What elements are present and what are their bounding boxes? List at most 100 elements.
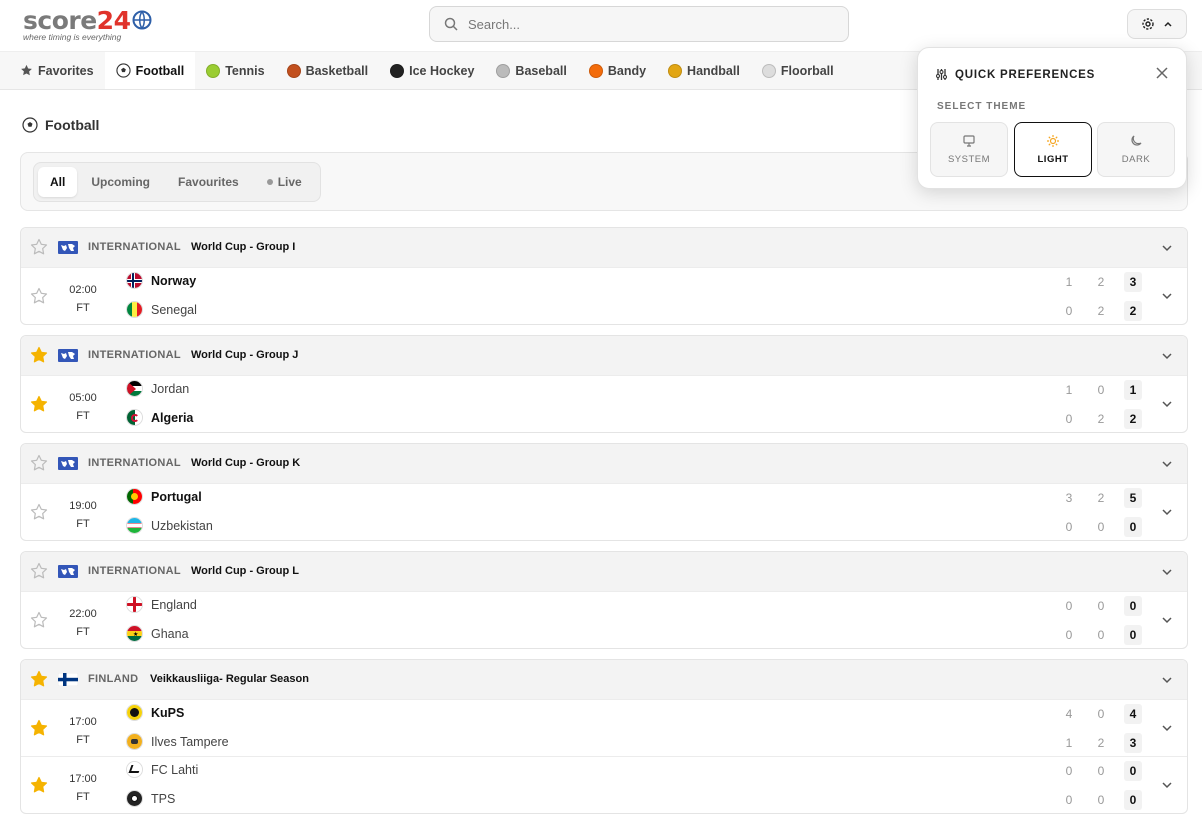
team-crest-icon (126, 596, 143, 613)
match-time: 19:00 (69, 500, 97, 512)
sport-tab-ice-hockey[interactable]: Ice Hockey (379, 52, 485, 89)
favorite-league-star-icon[interactable] (30, 670, 48, 688)
league-country: INTERNATIONAL (88, 457, 181, 469)
away-team[interactable]: Ilves Tampere (126, 733, 229, 750)
sport-tab-tennis[interactable]: Tennis (195, 52, 275, 89)
away-team[interactable]: TPS (126, 790, 175, 807)
filter-tab-live[interactable]: Live (253, 167, 316, 197)
favorite-match-star-icon[interactable] (30, 719, 48, 737)
baseball-icon (496, 63, 511, 78)
world-flag-icon (58, 349, 78, 362)
chevron-down-icon[interactable] (1161, 779, 1173, 791)
popup-title: QUICK PREFERENCES (935, 68, 1095, 81)
match-time-block: 02:00 FT (61, 281, 105, 317)
league-header[interactable]: INTERNATIONAL World Cup - Group L (21, 552, 1187, 591)
sport-tab-label: Favorites (38, 63, 94, 78)
second-half-score: 2 (1097, 412, 1105, 426)
first-half-score: 0 (1065, 520, 1073, 534)
match-row[interactable]: 22:00 FT England 0 0 0 ★ Ghana 0 0 0 (21, 591, 1187, 648)
chevron-down-icon[interactable] (1161, 290, 1173, 302)
match-time: 02:00 (69, 284, 97, 296)
home-team[interactable]: Portugal (126, 488, 202, 505)
chevron-down-icon[interactable] (1161, 398, 1173, 410)
home-team[interactable]: Jordan (126, 380, 189, 397)
favorite-match-star-icon[interactable] (30, 611, 48, 629)
league-header[interactable]: INTERNATIONAL World Cup - Group K (21, 444, 1187, 483)
favorite-match-star-icon[interactable] (30, 503, 48, 521)
filter-tab-all[interactable]: All (38, 167, 78, 197)
away-team[interactable]: Uzbekistan (126, 517, 213, 534)
match-row[interactable]: 19:00 FT Portugal 3 2 5 Uzbekistan 0 0 0 (21, 483, 1187, 540)
sport-tab-floorball[interactable]: Floorball (751, 52, 845, 89)
first-half-score: 0 (1065, 764, 1073, 778)
section-header: Football (22, 117, 99, 133)
away-team[interactable]: ★ Ghana (126, 625, 189, 642)
chevron-down-icon[interactable] (1161, 506, 1173, 518)
away-team[interactable]: Algeria (126, 409, 193, 426)
preferences-button[interactable] (1127, 9, 1187, 39)
team-crest-icon (126, 380, 143, 397)
away-team[interactable]: Senegal (126, 301, 197, 318)
filter-tab-upcoming[interactable]: Upcoming (77, 167, 164, 197)
sport-tab-baseball[interactable]: Baseball (485, 52, 577, 89)
match-row[interactable]: 02:00 FT Norway 1 2 3 Senegal 0 2 2 (21, 267, 1187, 324)
league-header[interactable]: INTERNATIONAL World Cup - Group I (21, 228, 1187, 267)
favorite-league-star-icon[interactable] (30, 238, 48, 256)
finland-flag-icon (58, 673, 78, 686)
sport-tab-handball[interactable]: Handball (657, 52, 751, 89)
chevron-down-icon[interactable] (1161, 614, 1173, 626)
match-time: 22:00 (69, 608, 97, 620)
favorite-league-star-icon[interactable] (30, 454, 48, 472)
theme-option-system[interactable]: SYSTEM (930, 122, 1008, 177)
chevron-down-icon[interactable] (1161, 722, 1173, 734)
team-crest-icon (126, 409, 143, 426)
sport-tab-football[interactable]: Football (104, 52, 196, 89)
world-flag-icon (58, 457, 78, 470)
chevron-down-icon[interactable] (1161, 674, 1173, 686)
chevron-down-icon[interactable] (1161, 242, 1173, 254)
chevron-down-icon[interactable] (1161, 566, 1173, 578)
home-team[interactable]: Norway (126, 272, 196, 289)
search-box[interactable] (429, 6, 849, 42)
league-header[interactable]: FINLAND Veikkausliiga- Regular Season (21, 660, 1187, 699)
theme-option-label: SYSTEM (947, 154, 991, 165)
home-team[interactable]: FC Lahti (126, 761, 198, 778)
favorite-match-star-icon[interactable] (30, 287, 48, 305)
match-time: 17:00 (69, 773, 97, 785)
match-time-block: 17:00 FT (61, 713, 105, 749)
match-row[interactable]: 05:00 FT Jordan 1 0 1 Algeria 0 2 2 (21, 375, 1187, 432)
favorite-match-star-icon[interactable] (30, 395, 48, 413)
site-logo[interactable]: score24 where timing is everything (23, 8, 152, 42)
chevron-down-icon[interactable] (1161, 458, 1173, 470)
match-time-block: 17:00 FT (61, 770, 105, 806)
theme-option-dark[interactable]: DARK (1097, 122, 1175, 177)
moon-icon (1129, 134, 1143, 148)
favorite-match-star-icon[interactable] (30, 776, 48, 794)
favorite-league-star-icon[interactable] (30, 346, 48, 364)
home-team[interactable]: England (126, 596, 197, 613)
second-half-score: 0 (1097, 599, 1105, 613)
team-name: KuPS (151, 705, 185, 720)
league-header[interactable]: INTERNATIONAL World Cup - Group J (21, 336, 1187, 375)
chevron-down-icon[interactable] (1161, 350, 1173, 362)
final-score: 4 (1124, 704, 1142, 724)
filter-tab-favourites[interactable]: Favourites (164, 167, 253, 197)
theme-option-light[interactable]: LIGHT (1014, 122, 1092, 177)
sport-tab-label: Ice Hockey (409, 63, 475, 78)
second-half-score: 0 (1097, 793, 1105, 807)
section-title: Football (45, 117, 100, 133)
sport-tab-basketball[interactable]: Basketball (276, 52, 380, 89)
match-status: FT (76, 626, 90, 638)
match-time: 17:00 (69, 716, 97, 728)
match-row[interactable]: 17:00 FT FC Lahti 0 0 0 TPS 0 0 0 (21, 756, 1187, 813)
team-crest-icon (126, 301, 143, 318)
close-icon[interactable] (1156, 67, 1168, 79)
home-team[interactable]: KuPS (126, 704, 184, 721)
favorite-league-star-icon[interactable] (30, 562, 48, 580)
league-name: World Cup - Group J (191, 349, 299, 361)
search-input[interactable] (468, 16, 808, 32)
sport-tab-bandy[interactable]: Bandy (578, 52, 657, 89)
match-row[interactable]: 17:00 FT KuPS 4 0 4 Ilves Tampere 1 2 3 (21, 699, 1187, 756)
match-status: FT (76, 302, 90, 314)
sport-tab-favorites[interactable]: Favorites (9, 52, 105, 89)
